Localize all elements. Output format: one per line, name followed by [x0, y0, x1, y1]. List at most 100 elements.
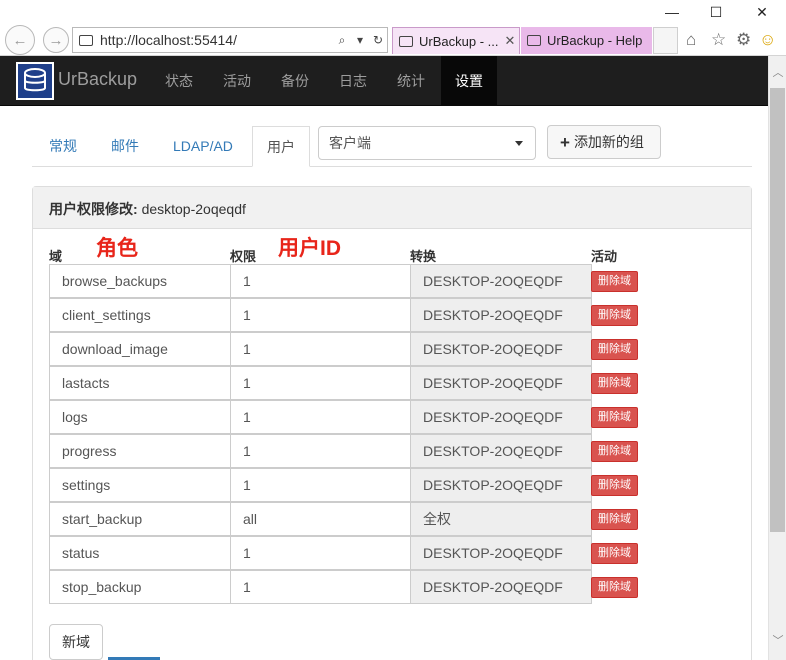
brand-name[interactable]: UrBackup — [58, 69, 137, 90]
home-icon[interactable]: ⌂ — [686, 30, 696, 50]
permission-field[interactable]: 1 — [230, 570, 411, 604]
delete-domain-button[interactable]: 删除域 — [591, 271, 638, 292]
permission-field[interactable]: 1 — [230, 468, 411, 502]
permission-field[interactable]: 1 — [230, 298, 411, 332]
delete-domain-button[interactable]: 删除域 — [591, 543, 638, 564]
conversion-field: DESKTOP-2OQEQDF — [410, 298, 592, 332]
browser-tab-urbackup[interactable]: UrBackup - ... ✕ — [392, 27, 520, 54]
refresh-icon[interactable]: ↻ — [369, 33, 387, 47]
scroll-up-arrow-icon[interactable]: ︿ — [769, 64, 786, 80]
domain-field[interactable]: client_settings — [49, 298, 231, 332]
delete-domain-button[interactable]: 删除域 — [591, 407, 638, 428]
column-header-domain: 域 — [49, 249, 63, 264]
smiley-feedback-icon[interactable]: ☺ — [759, 30, 776, 50]
tab-page-icon — [527, 35, 541, 46]
conversion-field: 全权 — [410, 502, 592, 536]
delete-domain-button[interactable]: 删除域 — [591, 509, 638, 530]
group-select-value: 客户端 — [329, 135, 371, 151]
app-navbar: UrBackup 状态 活动 备份 日志 统计 设置 — [0, 56, 768, 106]
column-header-permission: 权限 — [230, 249, 257, 264]
domain-field[interactable]: lastacts — [49, 366, 231, 400]
scroll-thumb[interactable] — [770, 88, 785, 532]
gear-icon[interactable]: ⚙ — [736, 30, 751, 50]
domain-field[interactable]: stop_backup — [49, 570, 231, 604]
delete-domain-button[interactable]: 删除域 — [591, 441, 638, 462]
domain-field[interactable]: progress — [49, 434, 231, 468]
domain-field[interactable]: download_image — [49, 332, 231, 366]
plus-icon: + — [560, 132, 570, 152]
conversion-field: DESKTOP-2OQEQDF — [410, 332, 592, 366]
page-scrollbar[interactable]: ︿ ﹀ — [768, 56, 786, 660]
maximize-button[interactable]: ☐ — [696, 0, 736, 24]
back-arrow-icon: ← — [12, 31, 28, 49]
add-group-button[interactable]: + 添加新的组 — [547, 125, 661, 159]
conversion-field: DESKTOP-2OQEQDF — [410, 434, 592, 468]
conversion-field: DESKTOP-2OQEQDF — [410, 400, 592, 434]
nav-activities[interactable]: 活动 — [223, 56, 251, 106]
caret-down-icon — [515, 141, 523, 146]
page-icon — [79, 34, 93, 46]
new-tab-button[interactable] — [653, 27, 678, 54]
domain-field[interactable]: browse_backups — [49, 264, 231, 298]
tab-ldap[interactable]: LDAP/AD — [173, 126, 233, 167]
nav-logs[interactable]: 日志 — [339, 56, 367, 106]
back-button[interactable]: ← — [5, 25, 35, 55]
delete-domain-button[interactable]: 删除域 — [591, 305, 638, 326]
panel-heading-label: 用户权限修改: — [49, 201, 138, 217]
delete-domain-button[interactable]: 删除域 — [591, 577, 638, 598]
domain-field[interactable]: start_backup — [49, 502, 231, 536]
annotation-role: 角色 — [96, 237, 138, 260]
tab-close-icon[interactable]: ✕ — [503, 33, 517, 49]
minimize-button[interactable]: — — [652, 0, 692, 24]
nav-backups[interactable]: 备份 — [281, 56, 309, 106]
permission-field[interactable]: 1 — [230, 264, 411, 298]
tab-general[interactable]: 常规 — [49, 126, 77, 167]
delete-domain-button[interactable]: 删除域 — [591, 373, 638, 394]
conversion-field: DESKTOP-2OQEQDF — [410, 468, 592, 502]
conversion-field: DESKTOP-2OQEQDF — [410, 264, 592, 298]
forward-button[interactable]: → — [43, 27, 69, 53]
tab-page-icon — [399, 35, 413, 47]
database-icon — [24, 68, 46, 92]
search-icon[interactable]: ⌕ — [333, 33, 351, 48]
tabs-divider — [32, 166, 752, 167]
delete-domain-button[interactable]: 删除域 — [591, 339, 638, 360]
address-dropdown-icon[interactable]: ▾ — [351, 33, 369, 47]
group-select[interactable]: 客户端 — [318, 126, 536, 160]
page-viewport: UrBackup 状态 活动 备份 日志 统计 设置 常规 邮件 LDAP/AD… — [0, 56, 768, 660]
domain-field[interactable]: settings — [49, 468, 231, 502]
window-titlebar: — ☐ ✕ — [0, 0, 786, 24]
favorites-star-icon[interactable]: ☆ — [711, 30, 726, 50]
tab-users[interactable]: 用户 — [252, 126, 310, 167]
permission-field[interactable]: 1 — [230, 434, 411, 468]
browser-tab-help[interactable]: UrBackup - Help — [521, 27, 652, 54]
nav-settings[interactable]: 设置 — [441, 56, 497, 106]
domain-field[interactable]: status — [49, 536, 231, 570]
address-bar[interactable]: http://localhost:55414/ ⌕ ▾ ↻ — [72, 27, 388, 53]
nav-statistics[interactable]: 统计 — [397, 56, 425, 106]
tab-mail[interactable]: 邮件 — [111, 126, 139, 167]
permission-field[interactable]: all — [230, 502, 411, 536]
add-group-label: 添加新的组 — [573, 134, 644, 150]
conversion-field: DESKTOP-2OQEQDF — [410, 536, 592, 570]
permission-field[interactable]: 1 — [230, 400, 411, 434]
address-url[interactable]: http://localhost:55414/ — [100, 32, 333, 48]
conversion-field: DESKTOP-2OQEQDF — [410, 570, 592, 604]
column-header-conversion: 转换 — [410, 249, 437, 264]
tab-title: UrBackup - ... — [419, 33, 499, 49]
permission-field[interactable]: 1 — [230, 536, 411, 570]
new-domain-button[interactable]: 新域 — [49, 624, 103, 660]
tab-title: UrBackup - Help — [547, 33, 643, 48]
browser-toolbar: ← → http://localhost:55414/ ⌕ ▾ ↻ UrBack… — [0, 24, 786, 56]
domain-field[interactable]: logs — [49, 400, 231, 434]
close-window-button[interactable]: ✕ — [742, 0, 782, 24]
scroll-down-arrow-icon[interactable]: ﹀ — [769, 632, 786, 648]
permission-field[interactable]: 1 — [230, 332, 411, 366]
permission-field[interactable]: 1 — [230, 366, 411, 400]
conversion-field: DESKTOP-2OQEQDF — [410, 366, 592, 400]
forward-arrow-icon: → — [48, 31, 64, 49]
nav-status[interactable]: 状态 — [165, 56, 193, 106]
panel-heading: 用户权限修改: desktop-2oqeqdf — [33, 187, 751, 229]
database-logo-icon[interactable] — [16, 62, 54, 100]
delete-domain-button[interactable]: 删除域 — [591, 475, 638, 496]
